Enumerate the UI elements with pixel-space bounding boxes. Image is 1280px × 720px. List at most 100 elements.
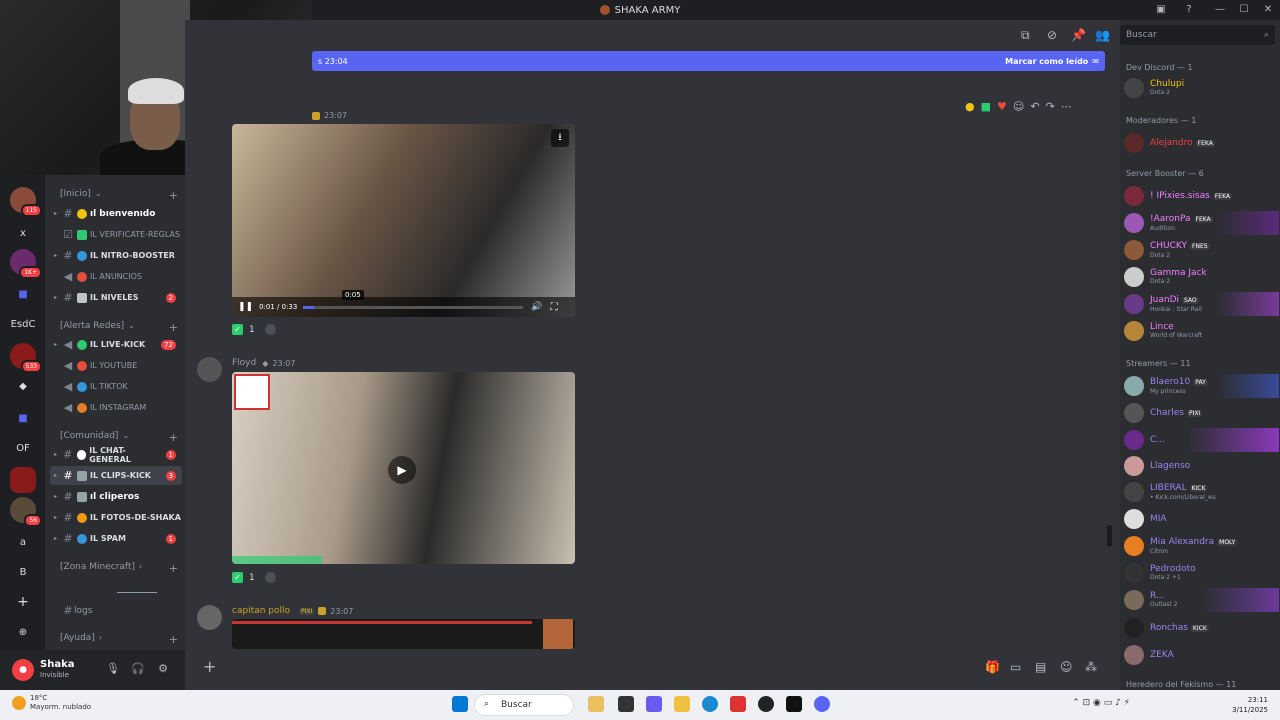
server-item[interactable]: OF bbox=[10, 435, 36, 461]
forward-icon[interactable]: ↷ bbox=[1046, 100, 1055, 113]
author-name[interactable]: capitan pollo bbox=[232, 606, 290, 616]
member-item[interactable]: ! IPixies.sisas FEKA bbox=[1124, 184, 1279, 208]
channel-cliperos[interactable]: ▸ # ıl cliperos bbox=[50, 487, 182, 506]
scrollbar[interactable] bbox=[1107, 525, 1112, 547]
add-channel-icon[interactable]: + bbox=[169, 562, 178, 575]
channel-clips-kick[interactable]: ▸ # ıl clips-kick 3 bbox=[50, 466, 182, 485]
copilot-icon[interactable] bbox=[646, 696, 662, 712]
channel-spam[interactable]: ▸ # ıl spam 1 bbox=[50, 529, 182, 548]
channel-fotos-de-shaka[interactable]: ▸ # ıl fotos-de-shaka bbox=[50, 508, 182, 527]
member-item[interactable]: Alejandro FEKA bbox=[1124, 131, 1279, 155]
edge-icon[interactable] bbox=[702, 696, 718, 712]
server-item[interactable] bbox=[10, 467, 36, 493]
check-reaction-icon[interactable]: ■ bbox=[981, 100, 991, 113]
member-item[interactable]: Mia Alexandra MOLY Citron bbox=[1124, 534, 1279, 558]
channel-tiktok[interactable]: ◀ ıl tiktok bbox=[50, 377, 182, 396]
member-item[interactable]: CHUCKY FNES Dota 2 bbox=[1124, 238, 1279, 262]
category-alerta-redes[interactable]: [Alerta Redes] ⌄ + bbox=[60, 321, 178, 334]
channel-live-kick[interactable]: ▸ ◀ ıl live-kick 72 bbox=[50, 335, 182, 354]
member-item[interactable]: Chulupi Dota 2 bbox=[1124, 76, 1279, 100]
member-item[interactable]: Blaero10 PAY My princess bbox=[1124, 374, 1279, 398]
taskbar-search[interactable]: ⌕ Buscar bbox=[474, 694, 574, 716]
member-item[interactable]: !AaronPa FEKA Audition bbox=[1124, 211, 1279, 235]
avatar[interactable] bbox=[197, 357, 222, 382]
member-item[interactable]: C... bbox=[1124, 428, 1279, 452]
weather-widget[interactable]: 18°C Mayorm. nublado bbox=[10, 694, 91, 712]
threads-icon[interactable]: ⧉ bbox=[1021, 28, 1030, 43]
video-player[interactable]: ⭳ 0:05 ❚❚ 0:01 / 0:33 🔊 ⛶ bbox=[232, 124, 575, 317]
heart-reaction-icon[interactable]: ♥ bbox=[997, 100, 1007, 113]
channel-anuncios[interactable]: ◀ ıl anuncios bbox=[50, 267, 182, 286]
widgets-icon[interactable] bbox=[588, 696, 604, 712]
members-icon[interactable]: 👥 bbox=[1095, 28, 1110, 42]
channel-bienvenido[interactable]: ▸ # ıl bıenvenıdo bbox=[50, 204, 182, 223]
play-icon[interactable]: ▶ bbox=[388, 456, 416, 484]
channel-instagram[interactable]: ◀ ıl instagram bbox=[50, 398, 182, 417]
capcut-icon[interactable] bbox=[786, 696, 802, 712]
server-item[interactable]: 533 bbox=[10, 343, 42, 373]
diamond-icon[interactable]: ◆ bbox=[10, 373, 36, 399]
file-explorer-icon[interactable] bbox=[674, 696, 690, 712]
server-item[interactable]: B bbox=[10, 559, 36, 585]
start-icon[interactable] bbox=[452, 696, 468, 712]
headphones-icon[interactable]: 🎧 bbox=[131, 662, 145, 676]
category-comunidad[interactable]: [Comunidad] ⌄ + bbox=[60, 431, 178, 444]
mark-read-button[interactable]: Marcar como leído bbox=[1005, 57, 1088, 66]
tray-icons[interactable]: ⌃ ⊡ ◉ ▭ ♪ ⚡ bbox=[1072, 698, 1130, 708]
image-attachment[interactable] bbox=[232, 619, 575, 649]
server-item[interactable]: a bbox=[10, 529, 36, 555]
unread-banner[interactable]: s 23:04 Marcar como leído ✉ bbox=[312, 51, 1105, 71]
member-item[interactable]: Pedrodoto Dota 2 +1 bbox=[1124, 561, 1279, 585]
server-item[interactable]: 56 bbox=[10, 497, 42, 527]
pause-icon[interactable]: ❚❚ bbox=[238, 302, 253, 312]
channel-youtube[interactable]: ◀ ıl youtube bbox=[50, 356, 182, 375]
volume-icon[interactable]: 🔊 bbox=[531, 302, 542, 312]
channel-niveles[interactable]: ▸ # ıl niveles 2 bbox=[50, 288, 182, 307]
add-attachment-icon[interactable]: + bbox=[203, 657, 216, 676]
download-icon[interactable]: ⭳ bbox=[551, 129, 569, 147]
channel-nitro-booster[interactable]: ▸ # ıl nitro-booster bbox=[50, 246, 182, 265]
check-reaction[interactable]: ✓ bbox=[232, 572, 243, 583]
member-item[interactable]: JuanDi SAO Honkai : Star Rail bbox=[1124, 292, 1279, 316]
category-ayuda[interactable]: [Ayuda] › + bbox=[60, 633, 178, 646]
avatar[interactable] bbox=[197, 605, 222, 630]
sticker-icon[interactable]: ▤ bbox=[1035, 660, 1046, 674]
mic-icon[interactable]: 🎙 bbox=[106, 662, 120, 676]
video-thumbnail[interactable]: ▶ bbox=[232, 372, 575, 564]
channel-verificate-reglas[interactable]: ☑ ıl verificate-reglas bbox=[50, 225, 182, 244]
gif-icon[interactable]: ▭ bbox=[1010, 660, 1021, 674]
folder-icon[interactable]: ■ bbox=[10, 405, 36, 431]
add-channel-icon[interactable]: + bbox=[169, 633, 178, 646]
add-reaction-icon[interactable]: ☺ bbox=[1013, 100, 1024, 113]
server-item[interactable]: EsdC bbox=[10, 311, 36, 337]
add-server-icon[interactable]: + bbox=[10, 589, 36, 615]
seek-bar[interactable] bbox=[303, 305, 524, 309]
member-item[interactable]: ZEKA bbox=[1124, 643, 1279, 667]
member-item[interactable]: Ronchas KICK bbox=[1124, 616, 1279, 640]
gift-icon[interactable]: 🎁 bbox=[985, 660, 1000, 674]
folder-icon[interactable]: ■ bbox=[10, 281, 36, 307]
check-reaction[interactable]: ✓ bbox=[232, 324, 243, 335]
member-item[interactable]: Llagenso bbox=[1124, 454, 1279, 478]
mute-icon[interactable]: ⊘ bbox=[1047, 28, 1057, 42]
add-channel-icon[interactable]: + bbox=[169, 431, 178, 444]
discover-icon[interactable]: ⊕ bbox=[10, 619, 36, 645]
member-item[interactable]: Charles PIXI bbox=[1124, 401, 1279, 425]
add-reaction-icon[interactable] bbox=[264, 572, 276, 583]
discord-icon[interactable] bbox=[814, 696, 830, 712]
member-item[interactable]: Lince World of Warcraft bbox=[1124, 319, 1279, 343]
author-name[interactable]: Floyd bbox=[232, 358, 256, 368]
task-view-icon[interactable] bbox=[618, 696, 634, 712]
channel-chat-general[interactable]: ▸ # ıl chat-general 1 bbox=[50, 445, 182, 464]
apps-icon[interactable]: ⁂ bbox=[1085, 660, 1097, 674]
add-channel-icon[interactable]: + bbox=[169, 321, 178, 334]
server-item[interactable]: x bbox=[10, 220, 36, 246]
settings-icon[interactable]: ⚙ bbox=[156, 662, 170, 676]
obs-icon[interactable] bbox=[758, 696, 774, 712]
channel-logs[interactable]: # logs bbox=[50, 601, 182, 620]
emoji-reaction-icon[interactable]: ● bbox=[965, 100, 975, 113]
avatar[interactable]: ● bbox=[12, 659, 34, 681]
reply-icon[interactable]: ↶ bbox=[1030, 100, 1039, 113]
add-channel-icon[interactable]: + bbox=[169, 189, 178, 202]
pin-icon[interactable]: 📌 bbox=[1071, 28, 1086, 42]
